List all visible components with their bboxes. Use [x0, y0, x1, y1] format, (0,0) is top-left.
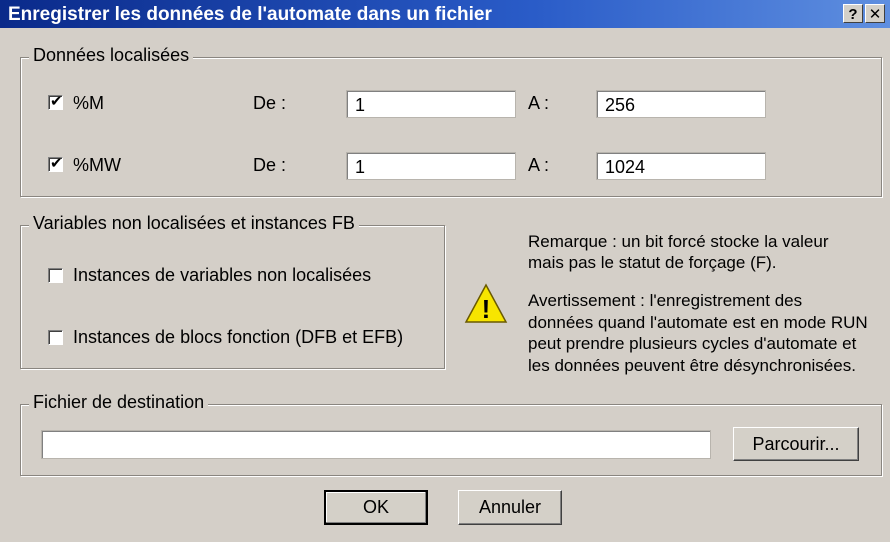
remark-text: Remarque : un bit forcé stocke la valeur…	[528, 232, 829, 272]
from-input-mw[interactable]: 1	[346, 152, 516, 180]
from-label-m: De :	[253, 93, 287, 113]
help-button[interactable]: ?	[843, 4, 863, 23]
title-bar: Enregistrer les données de l'automate da…	[0, 0, 890, 28]
label-fb-instances: Instances de blocs fonction (DFB et EFB)	[73, 327, 404, 347]
label-m: %M	[73, 93, 104, 113]
to-input-m[interactable]: 256	[596, 90, 766, 118]
to-label-m: A :	[528, 93, 550, 113]
located-data-legend: Données localisées	[29, 45, 194, 66]
cancel-button[interactable]: Annuler	[458, 490, 562, 525]
label-mw: %MW	[73, 155, 121, 175]
save-plc-data-dialog: Enregistrer les données de l'automate da…	[0, 0, 890, 542]
svg-text:!: !	[482, 294, 491, 324]
checkbox-mw[interactable]: ✔	[48, 155, 63, 172]
from-label-mw: De :	[253, 155, 287, 175]
to-label-mw: A :	[528, 155, 550, 175]
check-mark-icon: ✔	[50, 155, 63, 172]
label-unlocated-instances: Instances de variables non localisées	[73, 265, 372, 285]
to-input-mw[interactable]: 1024	[596, 152, 766, 180]
checkbox-fb-instances[interactable]	[48, 330, 63, 345]
ok-button[interactable]: OK	[324, 490, 428, 525]
checkbox-m[interactable]: ✔	[48, 93, 63, 110]
browse-button[interactable]: Parcourir...	[733, 427, 859, 461]
close-button[interactable]: ✕	[865, 4, 885, 23]
window-title: Enregistrer les données de l'automate da…	[8, 4, 492, 25]
destination-path-input[interactable]	[41, 430, 711, 459]
destination-file-legend: Fichier de destination	[29, 392, 209, 413]
check-mark-icon: ✔	[50, 93, 63, 110]
unlocated-variables-legend: Variables non localisées et instances FB	[29, 213, 359, 234]
from-input-m[interactable]: 1	[346, 90, 516, 118]
warning-icon: !	[464, 283, 508, 324]
checkbox-unlocated-instances[interactable]	[48, 268, 63, 283]
warning-text: Avertissement : l'enregistrement des don…	[528, 291, 868, 375]
